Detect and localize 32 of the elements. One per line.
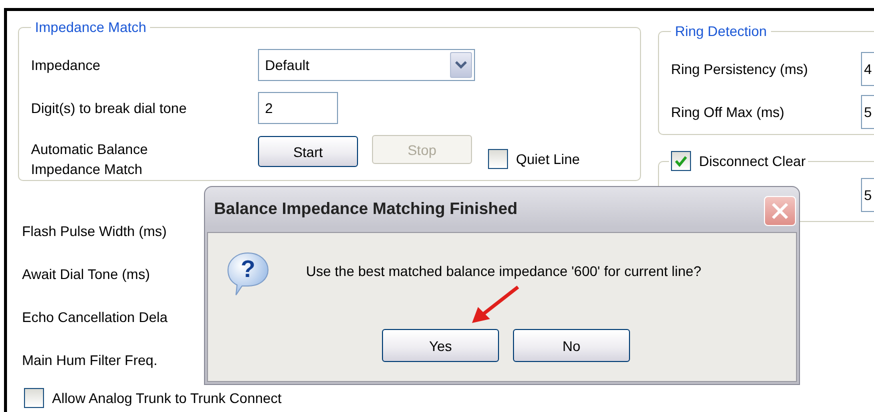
setting-label: Ring Persistency (ms)	[671, 61, 809, 77]
field-label: Automatic Balance Impedance Match	[31, 140, 149, 179]
setting-label: Await Dial Tone (ms)	[22, 266, 150, 282]
question-icon: ?	[226, 251, 270, 297]
group-title: Ring Detection	[674, 23, 768, 39]
number-field[interactable]: 5	[861, 178, 874, 212]
group-title: Impedance Match	[34, 19, 148, 35]
setting-label: Main Hum Filter Freq.	[22, 352, 158, 368]
yes-button[interactable]: Yes	[382, 329, 499, 362]
number-field[interactable]: 4	[861, 52, 874, 86]
setting-label: Flash Pulse Width (ms)	[22, 222, 167, 238]
close-icon	[770, 200, 790, 220]
check-icon	[674, 154, 688, 168]
setting-label: Echo Cancellation Dela	[22, 308, 168, 324]
checkbox-label: Disconnect Clear	[699, 153, 806, 169]
field-label: Digit(s) to break dial tone	[31, 100, 188, 116]
field-label: Impedance	[31, 57, 102, 73]
checkbox-label: Allow Analog Trunk to Trunk Connect	[52, 390, 282, 406]
pointer-arrow	[470, 285, 520, 325]
impedance-dropdown[interactable]: Default	[258, 49, 475, 81]
dialog-message: Use the best matched balance impedance '600' for current line?	[306, 263, 702, 279]
setting-label: Ring Off Max (ms)	[671, 104, 786, 120]
chevron-icon	[455, 61, 467, 69]
digits-field[interactable]: 2	[258, 92, 338, 124]
checkbox[interactable]	[24, 388, 44, 408]
checkbox-label: Quiet Line	[516, 151, 580, 167]
dialog-title: Balance Impedance Matching Finished	[214, 200, 518, 219]
checkbox[interactable]	[488, 149, 508, 169]
start-button[interactable]: Start	[258, 136, 358, 167]
checkbox[interactable]	[671, 151, 691, 171]
number-field[interactable]: 5	[861, 95, 874, 129]
no-button[interactable]: No	[513, 329, 630, 362]
